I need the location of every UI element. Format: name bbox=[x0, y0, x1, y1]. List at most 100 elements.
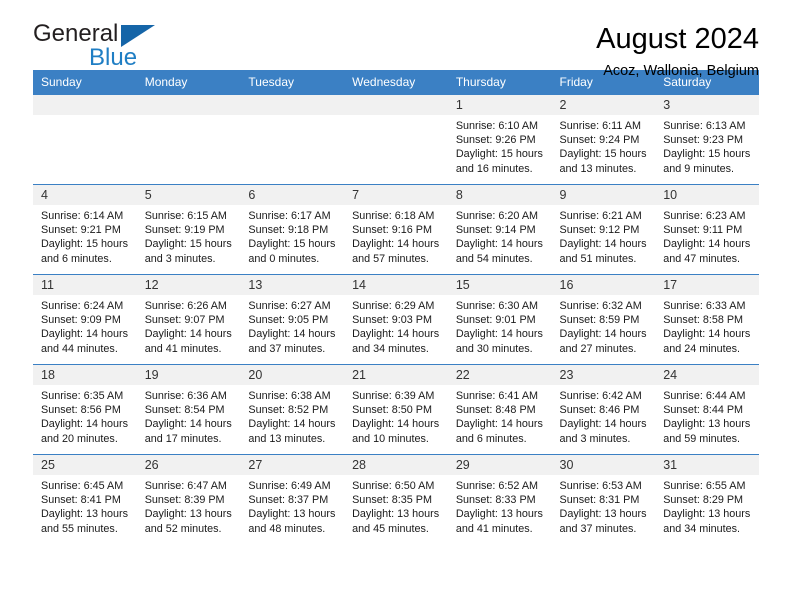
day-details: Sunrise: 6:55 AM Sunset: 8:29 PM Daylight:… bbox=[655, 475, 759, 536]
calendar-day-cell[interactable]: 30 Sunrise: 6:53 AM Sunset: 8:31 PM Dayligh… bbox=[551, 454, 656, 544]
day-details: Sunrise: 6:29 AM Sunset: 9:03 PM Daylight:… bbox=[344, 295, 448, 356]
calendar-day-cell[interactable]: 13 Sunrise: 6:27 AM Sunset: 9:05 PM Dayligh… bbox=[240, 274, 345, 365]
calendar-day-cell[interactable]: 19 Sunrise: 6:36 AM Sunset: 8:54 PM Dayligh… bbox=[136, 364, 241, 455]
daylight-line-1: Daylight: 15 hours bbox=[663, 148, 751, 161]
calendar-week-row: 11 Sunrise: 6:24 AM Sunset: 9:09 PM Dayligh… bbox=[33, 274, 759, 365]
calendar-cell-inner: 20 Sunrise: 6:38 AM Sunset: 8:52 PM Dayligh… bbox=[240, 365, 345, 454]
day-number bbox=[136, 95, 241, 115]
sunrise-line: Sunrise: 6:11 AM bbox=[559, 120, 641, 132]
calendar-day-cell[interactable]: 6 Sunrise: 6:17 AM Sunset: 9:18 PM Daylight… bbox=[240, 184, 345, 275]
sunrise-line: Sunrise: 6:41 AM bbox=[455, 390, 539, 402]
daylight-line-2: and 47 minutes. bbox=[663, 252, 741, 265]
day-number: 3 bbox=[655, 95, 759, 115]
sunrise-line: Sunrise: 6:33 AM bbox=[663, 300, 746, 312]
calendar-day-cell[interactable]: 23 Sunrise: 6:42 AM Sunset: 8:46 PM Dayligh… bbox=[551, 364, 656, 455]
calendar-day-cell[interactable]: 12 Sunrise: 6:26 AM Sunset: 9:07 PM Dayligh… bbox=[136, 274, 241, 365]
day-number: 21 bbox=[344, 365, 448, 385]
sunset-line: Sunset: 8:31 PM bbox=[559, 494, 640, 507]
sunset-line: Sunset: 8:37 PM bbox=[248, 494, 329, 507]
sunset-line: Sunset: 9:05 PM bbox=[248, 314, 329, 327]
daylight-line-1: Daylight: 14 hours bbox=[41, 328, 129, 341]
calendar-day-cell[interactable]: 24 Sunrise: 6:44 AM Sunset: 8:44 PM Dayligh… bbox=[655, 364, 759, 455]
sunrise-line: Sunrise: 6:13 AM bbox=[663, 120, 746, 132]
day-details: Sunrise: 6:23 AM Sunset: 9:11 PM Daylight:… bbox=[655, 205, 759, 266]
calendar-cell-inner: 12 Sunrise: 6:26 AM Sunset: 9:07 PM Dayligh… bbox=[136, 275, 241, 364]
daylight-line-1: Daylight: 15 hours bbox=[144, 238, 232, 251]
sunset-line: Sunset: 9:18 PM bbox=[248, 224, 329, 237]
calendar-cell-inner: 18 Sunrise: 6:35 AM Sunset: 8:56 PM Dayligh… bbox=[33, 365, 137, 454]
day-number: 8 bbox=[447, 185, 552, 205]
daylight-line-1: Daylight: 15 hours bbox=[455, 148, 543, 161]
daylight-line-2: and 3 minutes. bbox=[559, 432, 631, 445]
calendar-day-cell[interactable]: 5 Sunrise: 6:15 AM Sunset: 9:19 PM Daylight… bbox=[136, 184, 241, 275]
calendar-body: 1 Sunrise: 6:10 AM Sunset: 9:26 PM Daylight… bbox=[33, 94, 759, 544]
calendar-day-cell[interactable]: 9 Sunrise: 6:21 AM Sunset: 9:12 PM Daylight… bbox=[551, 184, 656, 275]
calendar-day-cell[interactable]: 26 Sunrise: 6:47 AM Sunset: 8:39 PM Dayligh… bbox=[136, 454, 241, 544]
daylight-line-2: and 34 minutes. bbox=[663, 522, 741, 535]
calendar-day-cell[interactable]: 15 Sunrise: 6:30 AM Sunset: 9:01 PM Dayligh… bbox=[447, 274, 552, 365]
sunset-line: Sunset: 8:29 PM bbox=[663, 494, 744, 507]
sunset-line: Sunset: 8:58 PM bbox=[663, 314, 744, 327]
day-details: Sunrise: 6:42 AM Sunset: 8:46 PM Daylight:… bbox=[552, 385, 656, 446]
daylight-line-1: Daylight: 13 hours bbox=[559, 508, 647, 521]
day-number: 30 bbox=[551, 455, 656, 475]
calendar-day-cell[interactable]: 10 Sunrise: 6:23 AM Sunset: 9:11 PM Dayligh… bbox=[655, 184, 759, 275]
calendar-cell-empty bbox=[33, 94, 137, 185]
sunset-line: Sunset: 8:39 PM bbox=[144, 494, 225, 507]
sunrise-line: Sunrise: 6:55 AM bbox=[663, 480, 746, 492]
generalblue-logo[interactable]: General Blue bbox=[33, 22, 163, 70]
calendar-day-cell[interactable]: 20 Sunrise: 6:38 AM Sunset: 8:52 PM Dayligh… bbox=[240, 364, 345, 455]
calendar-day-cell[interactable]: 7 Sunrise: 6:18 AM Sunset: 9:16 PM Daylight… bbox=[344, 184, 448, 275]
day-number: 17 bbox=[655, 275, 759, 295]
calendar-cell-inner: 31 Sunrise: 6:55 AM Sunset: 8:29 PM Dayligh… bbox=[655, 455, 759, 544]
calendar-week-row: 18 Sunrise: 6:35 AM Sunset: 8:56 PM Dayligh… bbox=[33, 364, 759, 455]
calendar-day-cell[interactable]: 4 Sunrise: 6:14 AM Sunset: 9:21 PM Daylight… bbox=[33, 184, 137, 275]
calendar-day-cell[interactable]: 11 Sunrise: 6:24 AM Sunset: 9:09 PM Dayligh… bbox=[33, 274, 137, 365]
calendar-day-cell[interactable]: 17 Sunrise: 6:33 AM Sunset: 8:58 PM Dayligh… bbox=[655, 274, 759, 365]
sunset-line: Sunset: 9:12 PM bbox=[559, 224, 640, 237]
daylight-line-1: Daylight: 13 hours bbox=[352, 508, 440, 521]
calendar-day-cell[interactable]: 28 Sunrise: 6:50 AM Sunset: 8:35 PM Dayligh… bbox=[344, 454, 448, 544]
sunrise-line: Sunrise: 6:36 AM bbox=[144, 390, 227, 402]
calendar-day-cell[interactable]: 31 Sunrise: 6:55 AM Sunset: 8:29 PM Dayligh… bbox=[655, 454, 759, 544]
calendar-day-cell[interactable]: 14 Sunrise: 6:29 AM Sunset: 9:03 PM Dayligh… bbox=[344, 274, 448, 365]
calendar-cell-inner: 23 Sunrise: 6:42 AM Sunset: 8:46 PM Dayligh… bbox=[551, 365, 656, 454]
daylight-line-1: Daylight: 13 hours bbox=[663, 508, 751, 521]
daylight-line-1: Daylight: 15 hours bbox=[559, 148, 647, 161]
sunset-line: Sunset: 8:46 PM bbox=[559, 404, 640, 417]
calendar-day-cell[interactable]: 22 Sunrise: 6:41 AM Sunset: 8:48 PM Dayligh… bbox=[447, 364, 552, 455]
calendar-cell-inner: 10 Sunrise: 6:23 AM Sunset: 9:11 PM Dayligh… bbox=[655, 185, 759, 274]
daylight-line-1: Daylight: 14 hours bbox=[663, 328, 751, 341]
calendar-cell-empty bbox=[240, 94, 345, 185]
sunrise-line: Sunrise: 6:30 AM bbox=[455, 300, 539, 312]
sunset-line: Sunset: 9:19 PM bbox=[144, 224, 225, 237]
calendar-day-cell[interactable]: 16 Sunrise: 6:32 AM Sunset: 8:59 PM Dayligh… bbox=[551, 274, 656, 365]
sunset-line: Sunset: 8:35 PM bbox=[352, 494, 432, 507]
calendar-cell-inner: 24 Sunrise: 6:44 AM Sunset: 8:44 PM Dayligh… bbox=[655, 365, 759, 454]
sunset-line: Sunset: 8:56 PM bbox=[41, 404, 121, 417]
day-details: Sunrise: 6:14 AM Sunset: 9:21 PM Daylight:… bbox=[33, 205, 137, 266]
day-details: Sunrise: 6:32 AM Sunset: 8:59 PM Daylight:… bbox=[552, 295, 656, 356]
sunset-line: Sunset: 9:23 PM bbox=[663, 134, 744, 147]
sunrise-line: Sunrise: 6:17 AM bbox=[248, 210, 331, 222]
calendar-day-cell[interactable]: 21 Sunrise: 6:39 AM Sunset: 8:50 PM Dayligh… bbox=[344, 364, 448, 455]
calendar-cell-inner: 17 Sunrise: 6:33 AM Sunset: 8:58 PM Dayligh… bbox=[655, 275, 759, 364]
calendar-cell-inner: 30 Sunrise: 6:53 AM Sunset: 8:31 PM Dayligh… bbox=[551, 455, 656, 544]
sunrise-line: Sunrise: 6:26 AM bbox=[144, 300, 227, 312]
daylight-line-2: and 30 minutes. bbox=[455, 342, 533, 355]
day-details: Sunrise: 6:26 AM Sunset: 9:07 PM Daylight:… bbox=[137, 295, 241, 356]
calendar-day-cell[interactable]: 2 Sunrise: 6:11 AM Sunset: 9:24 PM Daylight… bbox=[551, 94, 656, 185]
calendar-day-cell[interactable]: 3 Sunrise: 6:13 AM Sunset: 9:23 PM Daylight… bbox=[655, 94, 759, 185]
day-details: Sunrise: 6:45 AM Sunset: 8:41 PM Daylight:… bbox=[33, 475, 137, 536]
logo-text-general: General bbox=[33, 20, 119, 47]
day-number: 4 bbox=[33, 185, 137, 205]
calendar-day-cell[interactable]: 18 Sunrise: 6:35 AM Sunset: 8:56 PM Dayligh… bbox=[33, 364, 137, 455]
day-details: Sunrise: 6:17 AM Sunset: 9:18 PM Daylight:… bbox=[240, 205, 344, 266]
calendar-day-cell[interactable]: 29 Sunrise: 6:52 AM Sunset: 8:33 PM Dayligh… bbox=[447, 454, 552, 544]
calendar-day-cell[interactable]: 1 Sunrise: 6:10 AM Sunset: 9:26 PM Daylight… bbox=[447, 94, 552, 185]
daylight-line-1: Daylight: 13 hours bbox=[455, 508, 543, 521]
calendar-day-cell[interactable]: 25 Sunrise: 6:45 AM Sunset: 8:41 PM Dayligh… bbox=[33, 454, 137, 544]
calendar-day-cell[interactable]: 27 Sunrise: 6:49 AM Sunset: 8:37 PM Dayligh… bbox=[240, 454, 345, 544]
sunrise-line: Sunrise: 6:47 AM bbox=[144, 480, 227, 492]
calendar-day-cell[interactable]: 8 Sunrise: 6:20 AM Sunset: 9:14 PM Daylight… bbox=[447, 184, 552, 275]
